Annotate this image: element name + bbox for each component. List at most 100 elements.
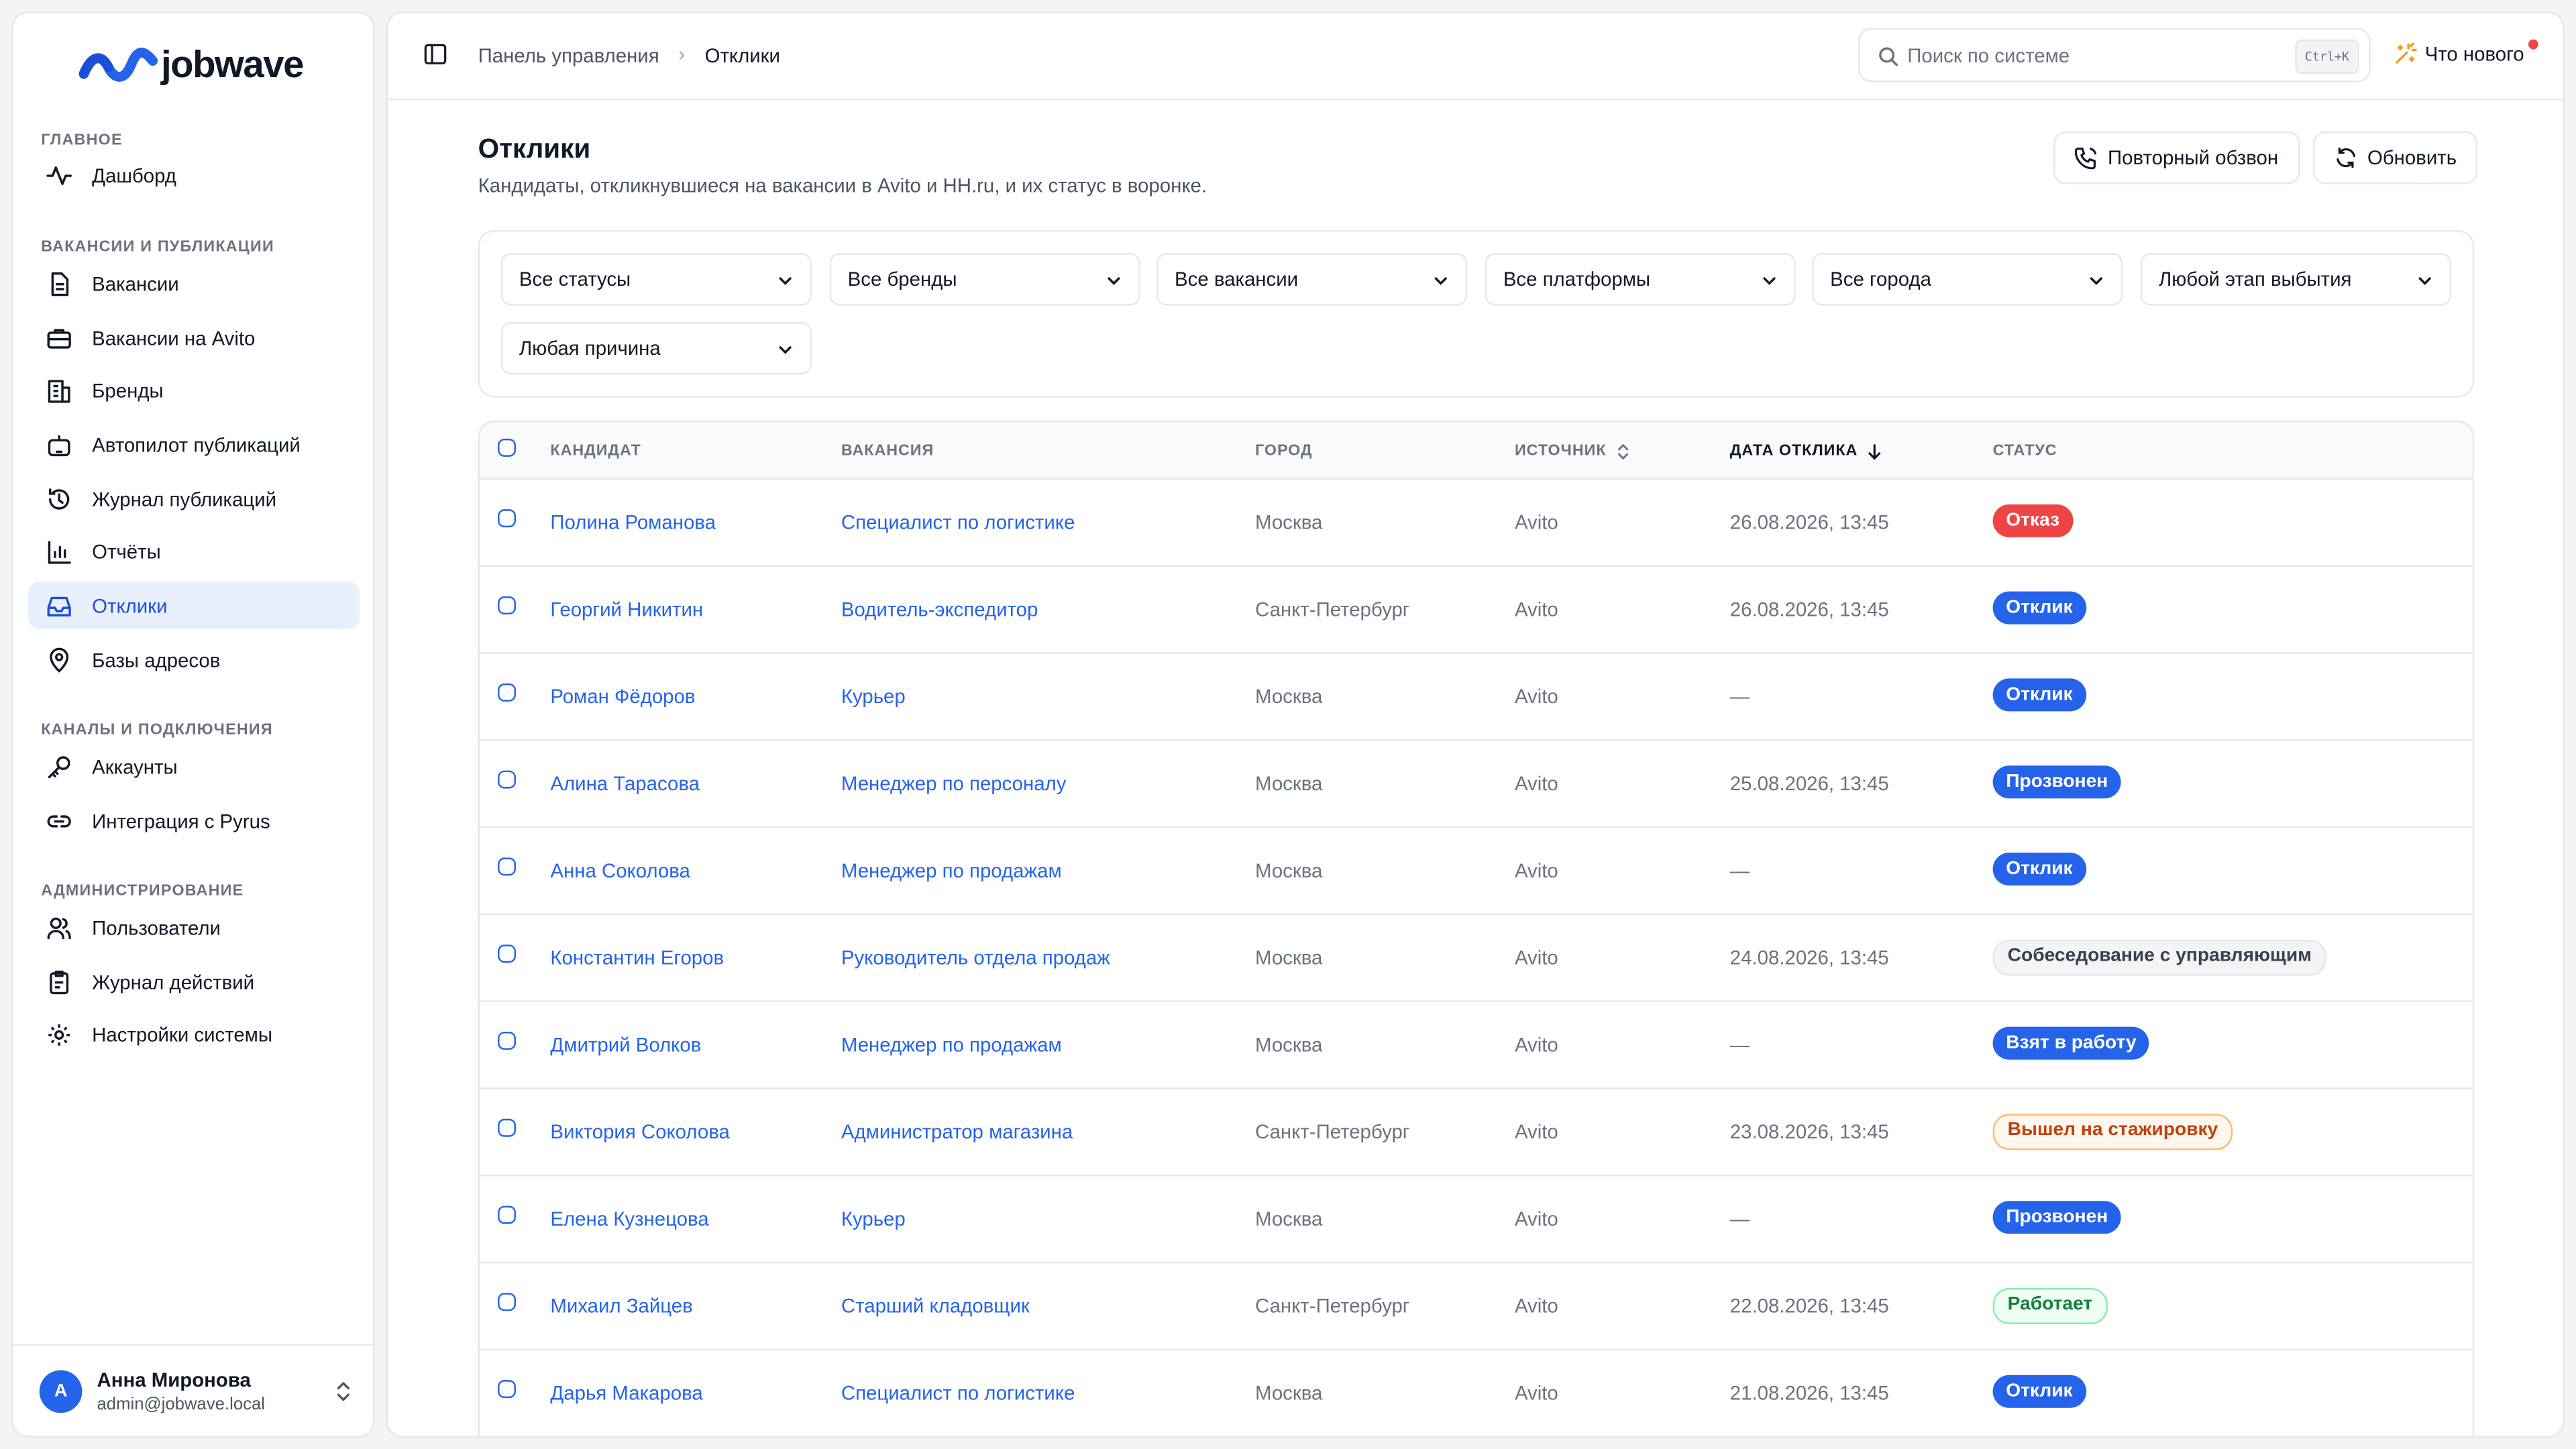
candidate-link[interactable]: Роман Фёдоров	[550, 685, 695, 708]
candidate-link[interactable]: Дмитрий Волков	[550, 1033, 701, 1056]
sidebar-item-responses[interactable]: Отклики	[28, 581, 360, 629]
column-header-vacancy[interactable]: Вакансия	[841, 442, 934, 460]
vacancy-link[interactable]: Руководитель отдела продаж	[841, 947, 1110, 969]
candidate-link[interactable]: Дарья Макарова	[550, 1382, 702, 1405]
sidebar-item-publication-log[interactable]: Журнал публикаций	[28, 475, 360, 523]
filter-brand-select[interactable]: Все бренды	[829, 253, 1140, 306]
table-row[interactable]: Константин Егоров Руководитель отдела про…	[480, 914, 2473, 1002]
row-checkbox[interactable]	[498, 1293, 516, 1311]
user-menu[interactable]: А Анна Миронова admin@jobwave.local	[13, 1344, 373, 1436]
column-header-status[interactable]: Статус	[1993, 442, 2057, 460]
chevron-down-icon	[1434, 277, 1447, 285]
row-checkbox[interactable]	[498, 1205, 516, 1224]
row-checkbox[interactable]	[498, 1118, 516, 1137]
candidate-link[interactable]: Елена Кузнецова	[550, 1208, 708, 1230]
sidebar-item-system-settings[interactable]: Настройки системы	[28, 1010, 360, 1058]
candidate-link[interactable]: Виктория Соколова	[550, 1120, 729, 1143]
row-checkbox[interactable]	[498, 770, 516, 789]
table-row[interactable]: Георгий Никитин Водитель-экспедитор Санкт-…	[480, 565, 2473, 654]
sidebar-item-vacancies[interactable]: Вакансии	[28, 260, 360, 307]
date-cell: —	[1729, 685, 1750, 708]
row-checkbox[interactable]	[498, 945, 516, 963]
row-checkbox[interactable]	[498, 857, 516, 876]
filter-vacancy-select[interactable]: Все вакансии	[1157, 253, 1467, 306]
vacancy-link[interactable]: Специалист по логистике	[841, 511, 1075, 534]
vacancy-link[interactable]: Менеджер по продажам	[841, 859, 1062, 882]
candidate-link[interactable]: Михаил Зайцев	[550, 1295, 692, 1318]
breadcrumb-separator: ›	[678, 42, 686, 66]
table-row[interactable]: Анна Соколова Менеджер по продажам Москва A…	[480, 826, 2473, 916]
filter-status-select[interactable]: Все статусы	[500, 253, 812, 306]
sidebar-item-label: Пользователи	[92, 916, 221, 939]
vacancy-link[interactable]: Водитель-экспедитор	[841, 598, 1038, 621]
row-checkbox[interactable]	[498, 596, 516, 614]
vacancy-link[interactable]: Менеджер по продажам	[841, 1033, 1062, 1056]
column-header-city[interactable]: Город	[1255, 442, 1312, 460]
sidebar-item-pyrus-integration[interactable]: Интеграция с Pyrus	[28, 797, 360, 845]
row-checkbox[interactable]	[498, 683, 516, 702]
refresh-button[interactable]: Обновить	[2313, 131, 2478, 184]
filter-platform-select[interactable]: Все платформы	[1485, 253, 1796, 306]
sidebar-item-action-log[interactable]: Журнал действий	[28, 958, 360, 1006]
row-checkbox[interactable]	[498, 1031, 516, 1050]
candidate-link[interactable]: Константин Егоров	[550, 947, 724, 969]
table-row[interactable]: Полина Романова Специалист по логистике Мо…	[480, 478, 2473, 567]
column-header-date[interactable]: Дата отклика	[1730, 442, 1882, 460]
select-all-checkbox[interactable]	[498, 438, 516, 457]
vacancy-link[interactable]: Администратор магазина	[841, 1120, 1073, 1143]
row-checkbox[interactable]	[498, 1380, 516, 1399]
sidebar-item-label: Отклики	[92, 594, 168, 617]
vacancy-link[interactable]: Менеджер по персоналу	[841, 772, 1067, 795]
column-header-source[interactable]: Источник	[1515, 442, 1631, 460]
candidate-link[interactable]: Георгий Никитин	[550, 598, 703, 621]
filter-reason-select[interactable]: Любая причина	[500, 322, 812, 375]
table-row[interactable]: Дарья Макарова Специалист по логистике Мос…	[480, 1349, 2473, 1436]
sidebar-item-label: Аккаунты	[92, 755, 178, 778]
sidebar-item-dashboard[interactable]: Дашборд	[28, 151, 360, 199]
date-cell: —	[1729, 1208, 1750, 1231]
vacancy-link[interactable]: Курьер	[841, 685, 906, 708]
chevron-up-down-icon[interactable]	[332, 1379, 355, 1405]
sidebar-toggle-icon[interactable]	[424, 43, 447, 66]
sidebar-item-accounts[interactable]: Аккаунты	[28, 743, 360, 790]
date-cell: 21.08.2026, 13:45	[1729, 1381, 1889, 1405]
vacancy-link[interactable]: Курьер	[841, 1208, 906, 1230]
candidate-link[interactable]: Полина Романова	[550, 511, 716, 534]
search-input[interactable]: Поиск по системе Ctrl+K	[1858, 28, 2371, 83]
map-pin-icon	[50, 647, 69, 672]
sidebar-item-brands[interactable]: Бренды	[28, 366, 360, 414]
filter-dropout-stage-select[interactable]: Любой этап выбытия	[2141, 253, 2451, 306]
vacancy-link[interactable]: Старший кладовщик	[841, 1295, 1030, 1318]
sidebar-item-autopilot[interactable]: Автопилот публикаций	[28, 421, 360, 468]
filter-city-select[interactable]: Все города	[1812, 253, 2123, 306]
filter-platform-value: Все платформы	[1503, 268, 1651, 291]
user-name: Анна Миронова	[97, 1367, 251, 1391]
logo[interactable]: jobwave	[78, 43, 304, 87]
table-row[interactable]: Михаил Зайцев Старший кладовщик Санкт-Пете…	[480, 1262, 2473, 1351]
sidebar-item-label: Отчёты	[92, 539, 161, 563]
column-header-candidate[interactable]: Кандидат	[550, 442, 641, 460]
breadcrumb-dashboard[interactable]: Панель управления	[478, 44, 659, 67]
sidebar-item-label: Автопилот публикаций	[92, 433, 301, 456]
whats-new-button[interactable]: Что нового	[2394, 42, 2524, 66]
sidebar-item-label: Вакансии на Avito	[92, 326, 256, 350]
source-cell: Avito	[1514, 685, 1558, 708]
candidate-link[interactable]: Алина Тарасова	[550, 772, 700, 795]
sidebar-item-reports[interactable]: Отчёты	[28, 527, 360, 575]
sidebar-item-avito-vacancies[interactable]: Вакансии на Avito	[28, 314, 360, 362]
column-header-source-label: Источник	[1514, 441, 1607, 460]
recall-button[interactable]: Повторный обзвон	[2053, 131, 2300, 184]
table-row[interactable]: Алина Тарасова Менеджер по персоналу Москв…	[480, 739, 2473, 828]
vacancy-link[interactable]: Специалист по логистике	[841, 1382, 1075, 1405]
status-badge: Отклик	[1992, 591, 2086, 625]
candidate-link[interactable]: Анна Соколова	[550, 859, 690, 882]
sidebar-item-users[interactable]: Пользователи	[28, 904, 360, 951]
table-row[interactable]: Дмитрий Волков Менеджер по продажам Москва…	[480, 1000, 2473, 1089]
table-row[interactable]: Елена Кузнецова Курьер Москва Avito — Прозвон…	[480, 1175, 2473, 1264]
table-row[interactable]: Роман Фёдоров Курьер Москва Avito — Отклик	[480, 652, 2473, 741]
city-cell: Санкт-Петербург	[1255, 598, 1410, 621]
sidebar-item-address-bases[interactable]: Базы адресов	[28, 636, 360, 684]
table-row[interactable]: Виктория Соколова Администратор магазина С…	[480, 1087, 2473, 1177]
row-checkbox[interactable]	[498, 509, 516, 528]
sidebar-item-label: Журнал публикаций	[92, 487, 277, 511]
